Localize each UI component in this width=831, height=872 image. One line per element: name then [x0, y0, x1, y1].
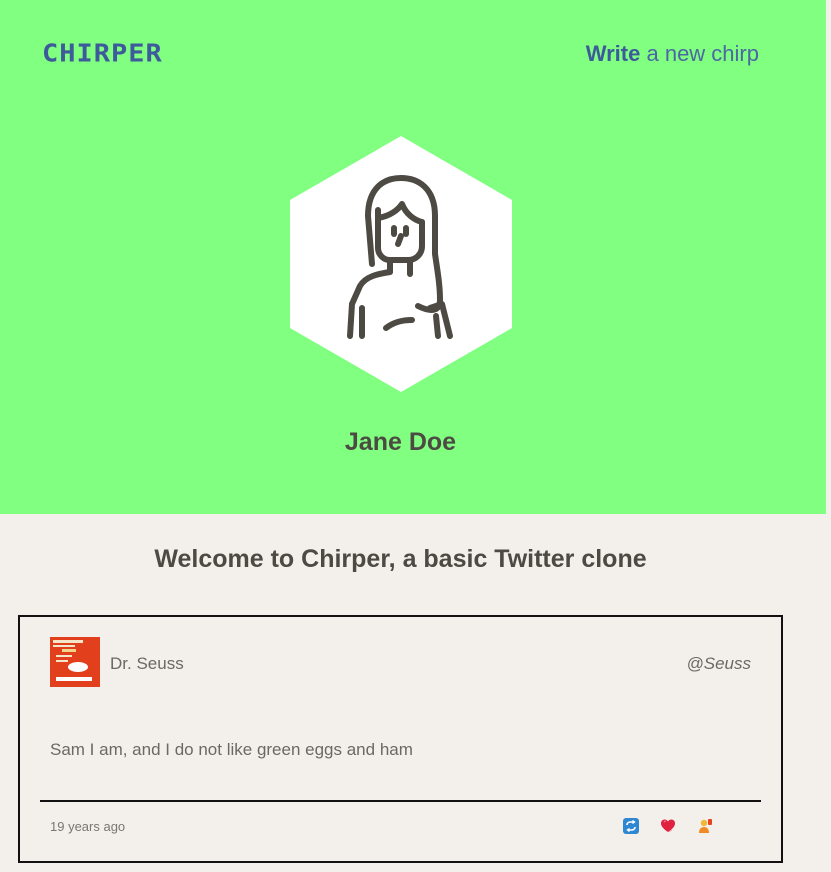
write-chirp-link[interactable]: Write a new chirp [586, 41, 759, 67]
profile-header: CHIRPER Write a new chirp Jane Doe [0, 0, 826, 514]
chirp-author-name[interactable]: Dr. Seuss [110, 654, 184, 674]
new-chirp-label: a new chirp [646, 41, 759, 66]
book-cover-image [50, 637, 100, 687]
chirp-timestamp: 19 years ago [50, 819, 126, 834]
user-name: Jane Doe [344, 428, 457, 456]
rechirp-icon[interactable] [623, 818, 639, 834]
chirp-divider [40, 800, 761, 802]
chirper-logo[interactable]: CHIRPER [42, 39, 163, 68]
chirp-author-handle[interactable]: @Seuss [686, 654, 751, 674]
chirp-text: Sam I am, and I do not like green eggs a… [50, 740, 413, 759]
chirp-author-avatar[interactable] [50, 637, 100, 687]
avatar-hexagon [290, 136, 512, 392]
reply-icon[interactable] [697, 818, 713, 834]
chirp-card: Dr. Seuss @Seuss Sam I am, and I do not … [18, 615, 783, 863]
scrollbar-gutter [826, 0, 831, 872]
write-label: Write [585, 41, 641, 66]
heart-icon[interactable] [660, 818, 676, 834]
welcome-heading: Welcome to Chirper, a basic Twitter clon… [154, 545, 647, 573]
avatar [290, 136, 512, 392]
